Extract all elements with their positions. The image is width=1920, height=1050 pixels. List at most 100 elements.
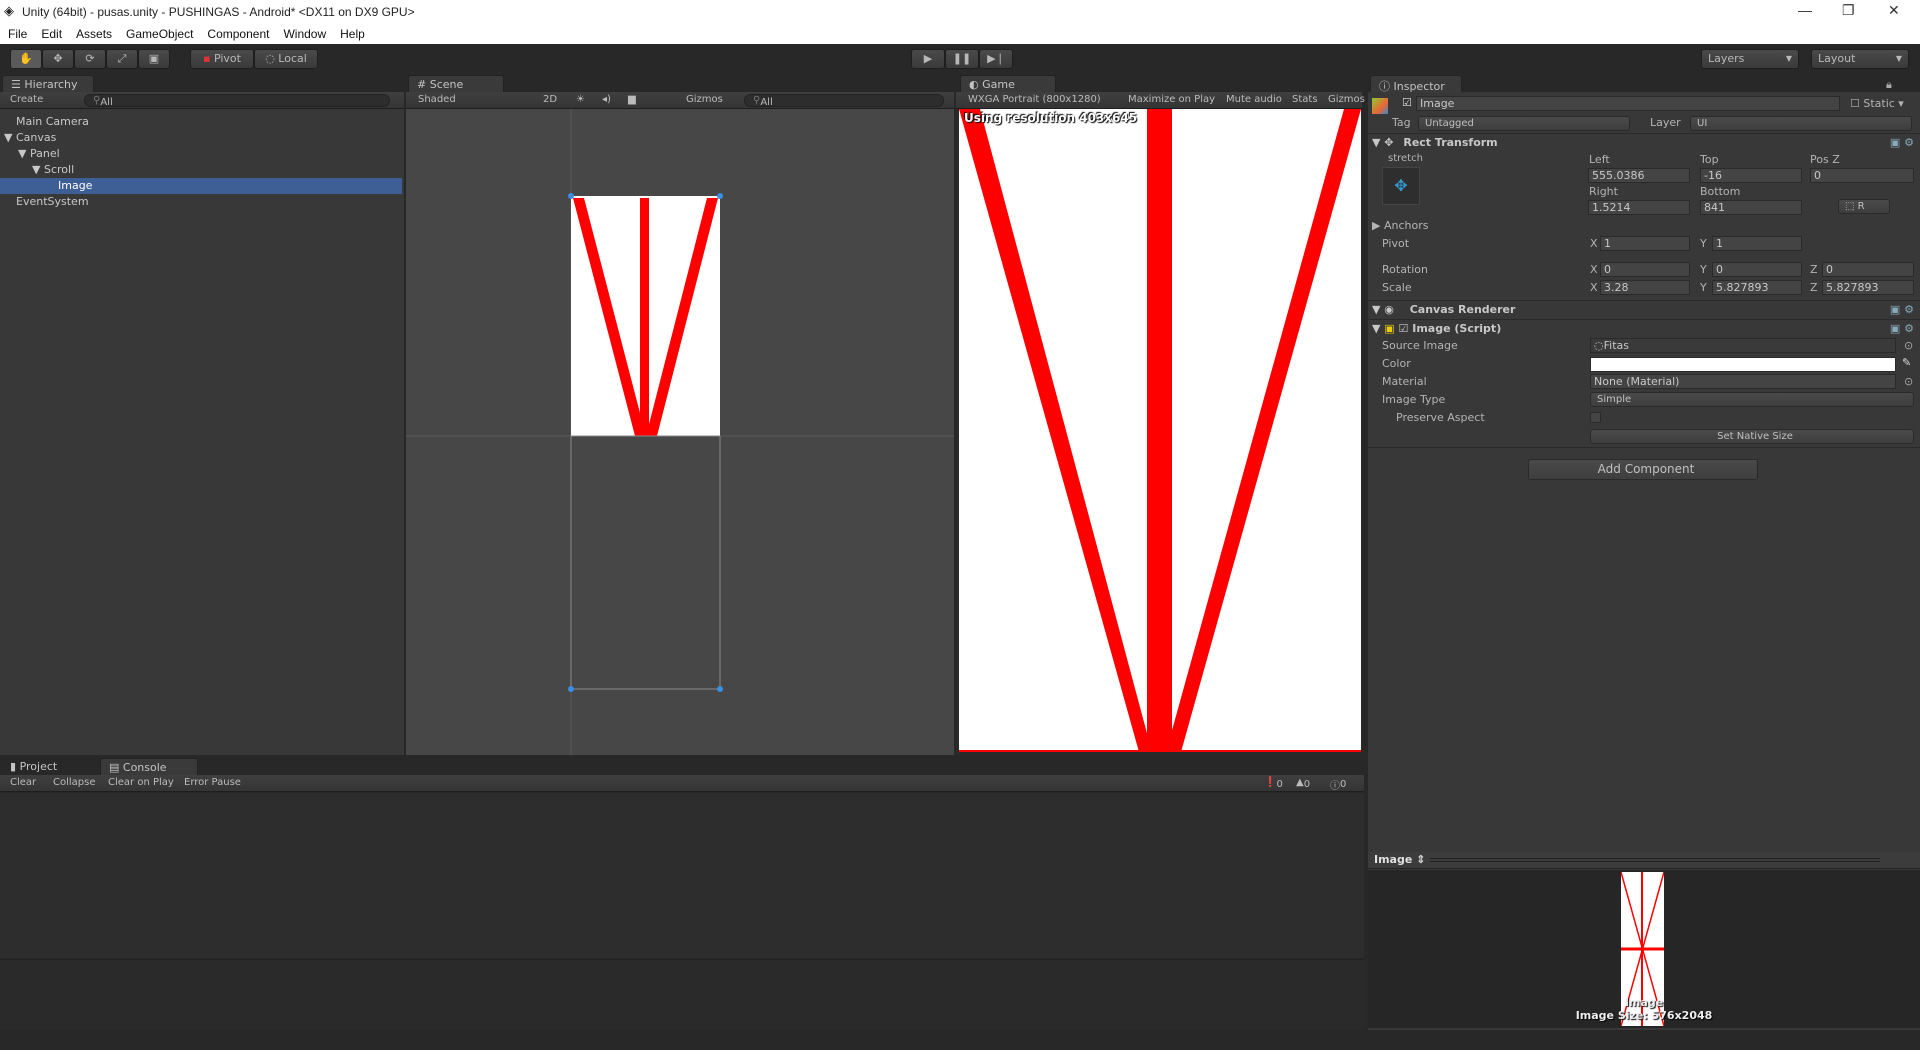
gizmos-dropdown[interactable]: Gizmos [686,94,723,105]
title-bar: ◈ Unity (64bit) - pusas.unity - PUSHINGA… [0,0,1920,24]
hierarchy-search[interactable]: ⚲ All [84,94,390,108]
top-field[interactable]: -16 [1700,168,1802,183]
left-field[interactable]: 555.0386 [1588,168,1690,183]
material-field[interactable]: None (Material) [1590,374,1896,389]
minimize-button[interactable]: — [1798,2,1812,18]
object-picker-icon[interactable]: ⊙ [1904,375,1913,388]
gizmos-toggle[interactable]: Gizmos [1328,94,1365,105]
restore-button[interactable]: ❐ [1842,2,1855,19]
error-pause-button[interactable]: Error Pause [184,777,241,788]
clear-button[interactable]: Clear [10,777,36,788]
shading-dropdown[interactable]: Shaded [418,94,456,105]
rect-tool-button[interactable]: ▣ [138,49,170,69]
layer-dropdown[interactable]: UI [1690,116,1912,131]
object-picker-icon[interactable]: ⊙ [1904,339,1913,352]
scene-search[interactable]: ⚲ All [744,94,944,108]
step-button[interactable]: ▶❘ [979,49,1013,69]
anchors-foldout[interactable]: ▶ Anchors [1372,219,1428,232]
hierarchy-item[interactable]: Main Camera [0,114,402,130]
effects-icon[interactable]: ▆ [628,94,636,105]
menu-edit[interactable]: Edit [33,24,68,41]
hierarchy-item[interactable]: ▼ Panel [0,146,402,162]
collapse-button[interactable]: Collapse [53,777,96,788]
2d-toggle[interactable]: 2D [543,94,557,105]
hierarchy-item[interactable]: EventSystem [0,194,402,210]
bottom-field[interactable]: 841 [1700,200,1802,215]
menu-window[interactable]: Window [275,24,332,41]
tab-console[interactable]: ▤ Console [100,758,198,776]
rotation-x-field[interactable]: 0 [1600,262,1690,277]
warning-count-toggle[interactable]: ▲ 0 [1296,777,1310,790]
tab-game[interactable]: ◐ Game [960,75,1056,93]
expand-arrow-icon[interactable]: ▼ [32,163,40,176]
hierarchy-item-selected[interactable]: Image [0,178,402,194]
raw-edit-button[interactable]: ⬚ R [1838,199,1890,214]
scene-view[interactable] [406,109,954,755]
stats-toggle[interactable]: Stats [1292,94,1318,105]
mute-audio-toggle[interactable]: Mute audio [1226,94,1282,105]
help-icon[interactable]: ▣ ⚙ [1890,301,1914,319]
maximize-on-play-toggle[interactable]: Maximize on Play [1128,94,1215,105]
help-icon[interactable]: ▣ ⚙ [1890,134,1914,152]
lock-icon[interactable]: 🔒︎ [1886,78,1892,92]
play-button[interactable]: ▶ [911,49,945,69]
tab-inspector[interactable]: ⓘ Inspector [1370,75,1462,93]
help-icon[interactable]: ▣ ⚙ [1890,320,1914,338]
pivot-x-field[interactable]: 1 [1600,236,1690,251]
tab-scene[interactable]: # Scene [408,75,504,93]
source-image-field[interactable]: ◌Fitas [1590,338,1896,353]
layers-dropdown[interactable]: Layers ▼ [1701,49,1799,69]
posz-field[interactable]: 0 [1810,168,1914,183]
scale-y-field[interactable]: 5.827893 [1712,280,1802,295]
pivot-toggle[interactable]: ▪ Pivot [190,49,254,69]
rect-transform-header[interactable]: ▼ ✥ Rect Transform ▣ ⚙ [1368,133,1920,152]
layout-dropdown[interactable]: Layout ▼ [1811,49,1909,69]
clear-on-play-button[interactable]: Clear on Play [108,777,174,788]
scale-z-field[interactable]: 5.827893 [1822,280,1914,295]
tab-project[interactable]: ▮ Project [2,758,98,776]
canvas-renderer-header[interactable]: ▼ ◉ Canvas Renderer ▣ ⚙ [1368,300,1920,319]
menu-component[interactable]: Component [199,24,275,41]
tab-hierarchy[interactable]: ☰ Hierarchy [2,75,94,93]
error-count-toggle[interactable]: ❗ 0 [1264,777,1283,790]
preview-resize-handle[interactable] [1430,858,1880,862]
hand-tool-button[interactable]: ✋ [10,49,42,69]
color-field[interactable] [1590,357,1896,372]
scale-x-field[interactable]: 3.28 [1600,280,1690,295]
rotation-y-field[interactable]: 0 [1712,262,1802,277]
anchor-preset-button[interactable]: ✥ [1382,167,1420,205]
pause-button[interactable]: ❚❚ [945,49,979,69]
rotate-tool-button[interactable]: ⟳ [74,49,106,69]
rotation-z-field[interactable]: 0 [1822,262,1914,277]
hierarchy-item[interactable]: ▼ Canvas [0,130,402,146]
image-type-dropdown[interactable]: Simple [1590,392,1914,407]
message-count-toggle[interactable]: ⓘ 0 [1330,777,1346,792]
expand-arrow-icon[interactable]: ▼ [18,147,26,160]
move-tool-button[interactable]: ✥ [42,49,74,69]
image-script-header[interactable]: ▼ ▣ ☑ Image (Script) ▣ ⚙ [1368,319,1920,338]
active-checkbox[interactable]: ☑ [1402,96,1412,109]
add-component-button[interactable]: Add Component [1528,459,1758,480]
lighting-icon[interactable]: ☀ [576,94,585,105]
menu-file[interactable]: File [0,24,33,41]
local-toggle[interactable]: ◌ Local [254,49,318,69]
eyedropper-icon[interactable]: ✎ [1902,356,1911,369]
create-dropdown[interactable]: Create [10,94,43,105]
menu-help[interactable]: Help [332,24,371,41]
set-native-size-button[interactable]: Set Native Size [1590,429,1914,444]
static-checkbox[interactable]: ☐ Static ▾ [1850,97,1904,110]
object-name-field[interactable]: Image [1416,96,1840,111]
menu-assets[interactable]: Assets [68,24,118,41]
expand-arrow-icon[interactable]: ▼ [4,131,12,144]
scale-tool-button[interactable]: ⤢ [106,49,138,69]
right-field[interactable]: 1.5214 [1588,200,1690,215]
hierarchy-item[interactable]: ▼ Scroll [0,162,402,178]
preview-dropdown[interactable]: Image ⇕ [1374,853,1425,866]
tag-dropdown[interactable]: Untagged [1418,116,1630,131]
pivot-y-field[interactable]: 1 [1712,236,1802,251]
resolution-dropdown[interactable]: WXGA Portrait (800x1280) [968,94,1101,105]
close-button[interactable]: ✕ [1888,2,1900,19]
audio-icon[interactable]: ◂) [602,94,611,105]
menu-gameobject[interactable]: GameObject [118,24,199,41]
preserve-aspect-checkbox[interactable] [1590,412,1601,423]
